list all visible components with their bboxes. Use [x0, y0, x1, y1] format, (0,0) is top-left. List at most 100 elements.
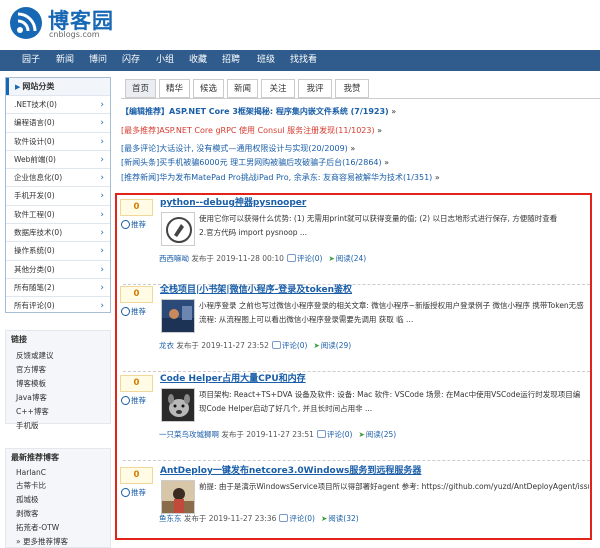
comment-icon: [316, 430, 326, 438]
link-item[interactable]: 手机版: [6, 418, 110, 432]
photo-icon: [162, 300, 194, 332]
category-item[interactable]: 操作系统(0) ›: [6, 241, 110, 259]
category-item[interactable]: 编程语言(0) ›: [6, 113, 110, 131]
chevron-right-icon: ›: [100, 246, 104, 257]
post-title[interactable]: Code Helper占用大量CPU和内存: [160, 371, 306, 384]
post-summary: 使用它你可以获得什么优势: (1) 无需用print就可以获得变量的值; (2)…: [199, 214, 558, 237]
digg-count[interactable]: 0: [120, 375, 153, 392]
tab-news[interactable]: 新闻: [227, 79, 258, 98]
chevron-right-icon: ›: [100, 264, 104, 275]
recommended-blog-item[interactable]: 孤城极: [6, 492, 110, 506]
view-icon: ➤: [320, 514, 328, 523]
category-item[interactable]: 软件工程(0) ›: [6, 204, 110, 223]
headline-most-recommended[interactable]: [最多推荐]ASP.NET Core gRPC 使用 Consul 服务注册发现…: [121, 125, 382, 136]
category-item[interactable]: 数据库技术(0) ›: [6, 223, 110, 241]
category-item[interactable]: 所有评论(0) ›: [6, 296, 110, 314]
post-views[interactable]: 阅读(29): [321, 341, 351, 350]
category-item[interactable]: 手机开发(0) ›: [6, 186, 110, 204]
triangle-icon: ▶: [15, 83, 21, 91]
chevron-right-icon: ›: [100, 154, 104, 165]
post-meta: 西西嘛呦 发布于 2019-11-28 00:10 评论(0) ➤阅读(24): [159, 253, 366, 264]
post-views[interactable]: 阅读(24): [336, 254, 366, 263]
category-item[interactable]: 所有随笔(2) ›: [6, 277, 110, 296]
link-item[interactable]: 反馈或建议: [6, 348, 110, 362]
nav-item-favorites[interactable]: 收藏: [189, 50, 207, 71]
recommend-button[interactable]: 推荐: [121, 487, 146, 498]
post-comments[interactable]: 评论(0): [282, 341, 308, 350]
post-comments[interactable]: 评论(0): [327, 430, 353, 439]
site-logo[interactable]: 博客园 cnblogs.com: [10, 6, 160, 42]
rss-logo-icon: [10, 7, 42, 39]
post-item: 0 推荐 python--debug神器pysnooper 使用它你可以获得什么…: [117, 195, 590, 285]
post-author[interactable]: 一只菜鸟攻城狮啊: [159, 430, 219, 439]
tab-candidates[interactable]: 候选: [193, 79, 224, 98]
link-item[interactable]: C++博客: [6, 404, 110, 418]
tab-home[interactable]: 首页: [125, 79, 156, 98]
headline-editor-pick[interactable]: 【编辑推荐】ASP.NET Core 3框架揭秘: 程序集内嵌文件系统 (7/1…: [121, 106, 396, 117]
nav-item-questions[interactable]: 博问: [89, 50, 107, 71]
category-panel: ▶ 网站分类 .NET技术(0) › 编程语言(0) › 软件设计(0) › Web前端…: [5, 77, 111, 313]
link-item[interactable]: 官方博客: [6, 362, 110, 376]
link-item[interactable]: 博客模板: [6, 376, 110, 390]
category-item[interactable]: 企业信息化(0) ›: [6, 168, 110, 186]
category-item[interactable]: Web前端(0) ›: [6, 149, 110, 168]
recommend-button[interactable]: 推荐: [121, 219, 146, 230]
tab-featured[interactable]: 精华: [159, 79, 190, 98]
thumb-icon: [121, 219, 130, 229]
chevron-right-icon: ›: [100, 191, 104, 202]
post-title[interactable]: 全栈项目|小书架|微信小程序-登录及token鉴权: [160, 282, 352, 295]
post-summary: 小程序登录 之前也写过微信小程序登录的相关文章: 微信小程序~新版授权用户登录例…: [199, 301, 584, 324]
category-item[interactable]: .NET技术(0) ›: [6, 95, 110, 113]
links-panel: 链接 反馈或建议 官方博客 博客模板 Java博客 C++博客 手机版: [5, 330, 111, 430]
category-item[interactable]: 软件设计(0) ›: [6, 131, 110, 150]
avatar[interactable]: [161, 299, 195, 333]
more-recommended-link[interactable]: » 更多推荐博客: [6, 534, 110, 548]
nav-item-flash[interactable]: 闪存: [122, 50, 140, 71]
headline-recommended-news[interactable]: [推荐新闻]华为发布MatePad Pro挑战iPad Pro, 余承东: 友商…: [121, 172, 440, 183]
post-views[interactable]: 阅读(32): [328, 514, 358, 523]
post-author[interactable]: 西西嘛呦: [159, 254, 189, 263]
avatar[interactable]: [161, 388, 195, 422]
post-author[interactable]: 龙衣: [159, 341, 174, 350]
digg-count[interactable]: 0: [120, 199, 153, 216]
recommended-blog-item[interactable]: HarlanC: [6, 466, 110, 478]
tab-my-comments[interactable]: 我评: [298, 79, 332, 98]
recommend-button[interactable]: 推荐: [121, 306, 146, 317]
comment-icon: [271, 341, 281, 349]
post-views[interactable]: 阅读(25): [366, 430, 396, 439]
post-item: 0 推荐 AntDeploy一键发布netcore3.0Windows服务到远程…: [117, 463, 590, 538]
chevron-right-icon: ›: [100, 136, 104, 147]
recommended-blog-item[interactable]: 剥微客: [6, 506, 110, 520]
headline-news-top[interactable]: [新闻头条]买手机被骗6000元 理工男网购被骗后攻破骗子后台(16/2864)…: [121, 157, 389, 168]
post-meta: 一只菜鸟攻城狮啊 发布于 2019-11-27 23:51 评论(0) ➤阅读(25…: [159, 429, 396, 440]
post-comments[interactable]: 评论(0): [297, 254, 323, 263]
digg-count[interactable]: 0: [120, 467, 153, 484]
nav-item-classes[interactable]: 班级: [257, 50, 275, 71]
post-author[interactable]: 鱼东东: [159, 514, 182, 523]
recommended-blog-item[interactable]: 古蒂卡比: [6, 478, 110, 492]
divider: [123, 460, 590, 461]
tab-following[interactable]: 关注: [261, 79, 295, 98]
post-date: 发布于 2019-11-28 00:10: [191, 254, 284, 263]
tab-my-likes[interactable]: 我赞: [335, 79, 369, 98]
post-comments[interactable]: 评论(0): [289, 514, 315, 523]
post-date: 发布于 2019-11-27 23:36: [183, 514, 277, 523]
post-title[interactable]: AntDeploy一键发布netcore3.0Windows服务到远程服务器: [160, 463, 421, 476]
headline-most-comments[interactable]: [最多评论]大话设计, 没有模式—通用权限设计与实现(20/2009) »: [121, 143, 355, 154]
post-summary: 前提: 由于是演示WindowsService项目所以得部署好agent 参考:…: [199, 482, 589, 491]
post-title[interactable]: python--debug神器pysnooper: [160, 195, 306, 208]
avatar[interactable]: [161, 212, 195, 246]
category-item[interactable]: 其他分类(0) ›: [6, 259, 110, 278]
nav-item-jobs[interactable]: 招聘: [222, 50, 240, 71]
site-domain: cnblogs.com: [49, 30, 100, 39]
link-item[interactable]: Java博客: [6, 390, 110, 404]
nav-item-garden[interactable]: 园子: [22, 50, 40, 71]
post-item: 0 推荐 Code Helper占用大量CPU和内存 项目架构: React+T…: [117, 371, 590, 461]
digg-count[interactable]: 0: [120, 286, 153, 303]
nav-item-news[interactable]: 新闻: [56, 50, 74, 71]
nav-item-search[interactable]: 找找看: [290, 50, 317, 71]
avatar[interactable]: [161, 480, 195, 514]
nav-item-groups[interactable]: 小组: [156, 50, 174, 71]
recommend-button[interactable]: 推荐: [121, 395, 146, 406]
recommended-blog-item[interactable]: 拓荒者-OTW: [6, 520, 110, 534]
